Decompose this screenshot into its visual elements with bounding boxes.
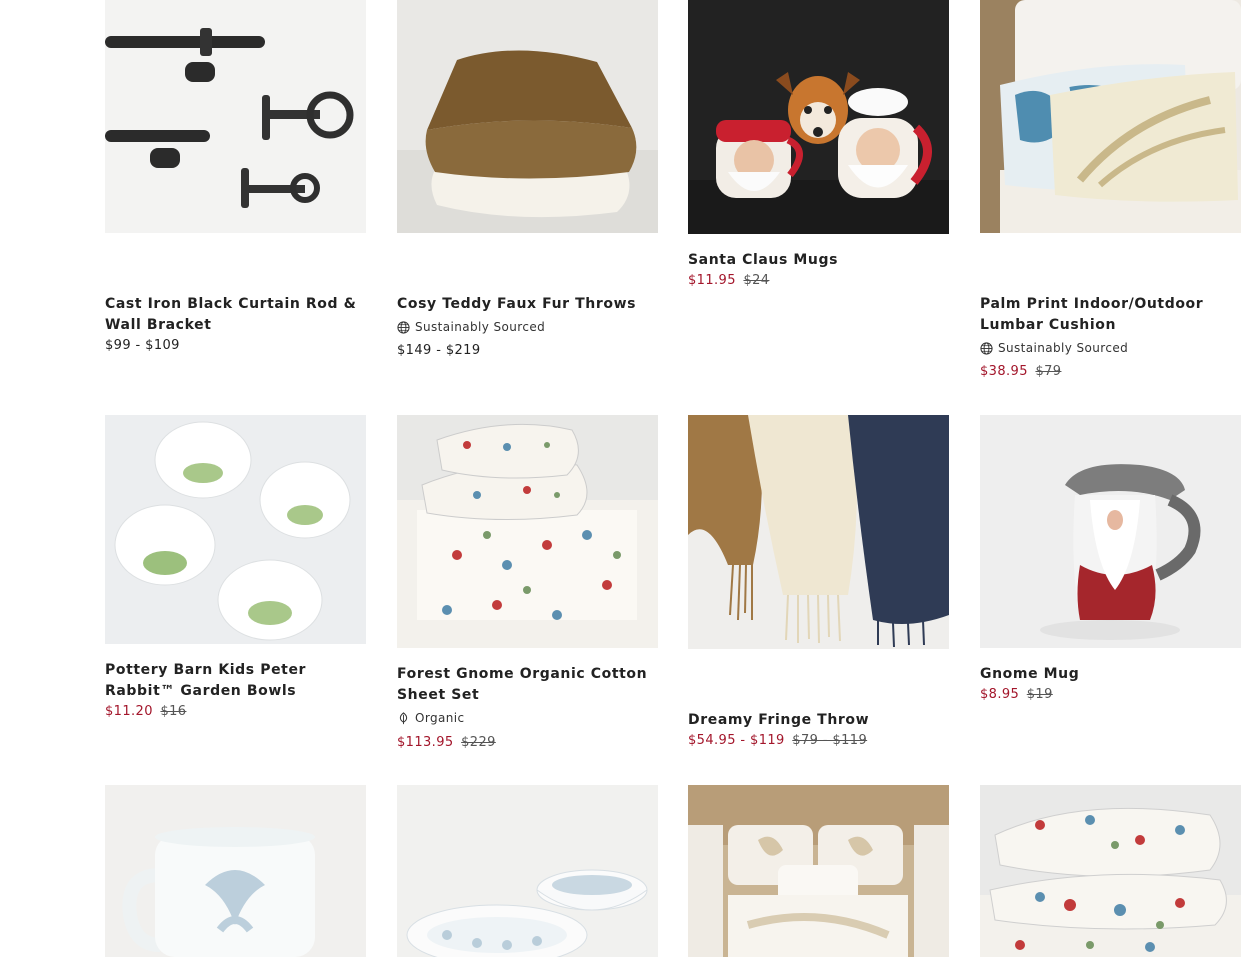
original-price: $79 - $119 [792,733,868,748]
badge-label: Sustainably Sourced [998,341,1129,355]
original-price: $24 [743,273,770,288]
original-price: $16 [160,704,187,719]
sale-price: $11.95 [688,273,736,288]
product-name[interactable]: Pottery Barn Kids Peter Rabbit™ Garden B… [105,660,360,702]
product-price: $149 - $219 [397,343,481,358]
sustainably-sourced-badge: Sustainably Sourced [397,319,545,335]
product-price: $38.95 $79 [980,364,1061,379]
product-price: $113.95 $229 [397,735,496,750]
sale-price: $11.20 [105,704,153,719]
product-price: $54.95 - $119 $79 - $119 [688,733,867,748]
sale-price: $113.95 [397,735,454,750]
sale-price: $38.95 [980,364,1028,379]
product-name[interactable]: Forest Gnome Organic Cotton Sheet Set [397,664,652,706]
price-range: $149 - $219 [397,343,481,358]
sale-price: $8.95 [980,687,1020,702]
product-image-bowls[interactable] [105,415,366,644]
organic-badge: Organic [397,710,464,726]
product-price: $99 - $109 [105,338,180,353]
product-price: $8.95 $19 [980,687,1053,702]
product-name[interactable]: Gnome Mug [980,664,1235,685]
product-image-bedding[interactable] [688,785,949,957]
price-range: $99 - $109 [105,338,180,353]
product-name[interactable]: Cast Iron Black Curtain Rod & Wall Brack… [105,294,360,336]
product-price: $11.20 $16 [105,704,186,719]
product-image-santa-mugs[interactable] [688,0,949,234]
product-name[interactable]: Dreamy Fringe Throw [688,710,943,731]
globe-icon [980,341,993,355]
product-image-gnome-pillow[interactable] [980,785,1241,957]
badge-label: Organic [415,711,465,725]
product-image-mug[interactable] [105,785,366,957]
sustainably-sourced-badge: Sustainably Sourced [980,340,1128,356]
leaf-icon [399,711,408,724]
product-name[interactable]: Santa Claus Mugs [688,250,943,271]
original-price: $229 [461,735,496,750]
product-image-sheet-set[interactable] [397,415,658,648]
product-image-curtain-rod[interactable] [105,0,366,233]
product-name[interactable]: Cosy Teddy Faux Fur Throws [397,294,652,315]
product-image-gnome-mug[interactable] [980,415,1241,648]
original-price: $19 [1026,687,1053,702]
product-price: $11.95 $24 [688,273,769,288]
product-image-cushion[interactable] [980,0,1241,233]
original-price: $79 [1035,364,1062,379]
product-image-fringe-throw[interactable] [688,415,949,649]
badge-label: Sustainably Sourced [415,320,546,334]
product-name[interactable]: Palm Print Indoor/Outdoor Lumbar Cushion [980,294,1235,336]
globe-icon [397,320,410,334]
product-image-dinner-bowls[interactable] [397,785,658,957]
sale-price: $54.95 - $119 [688,733,785,748]
product-image-throws[interactable] [397,0,658,233]
